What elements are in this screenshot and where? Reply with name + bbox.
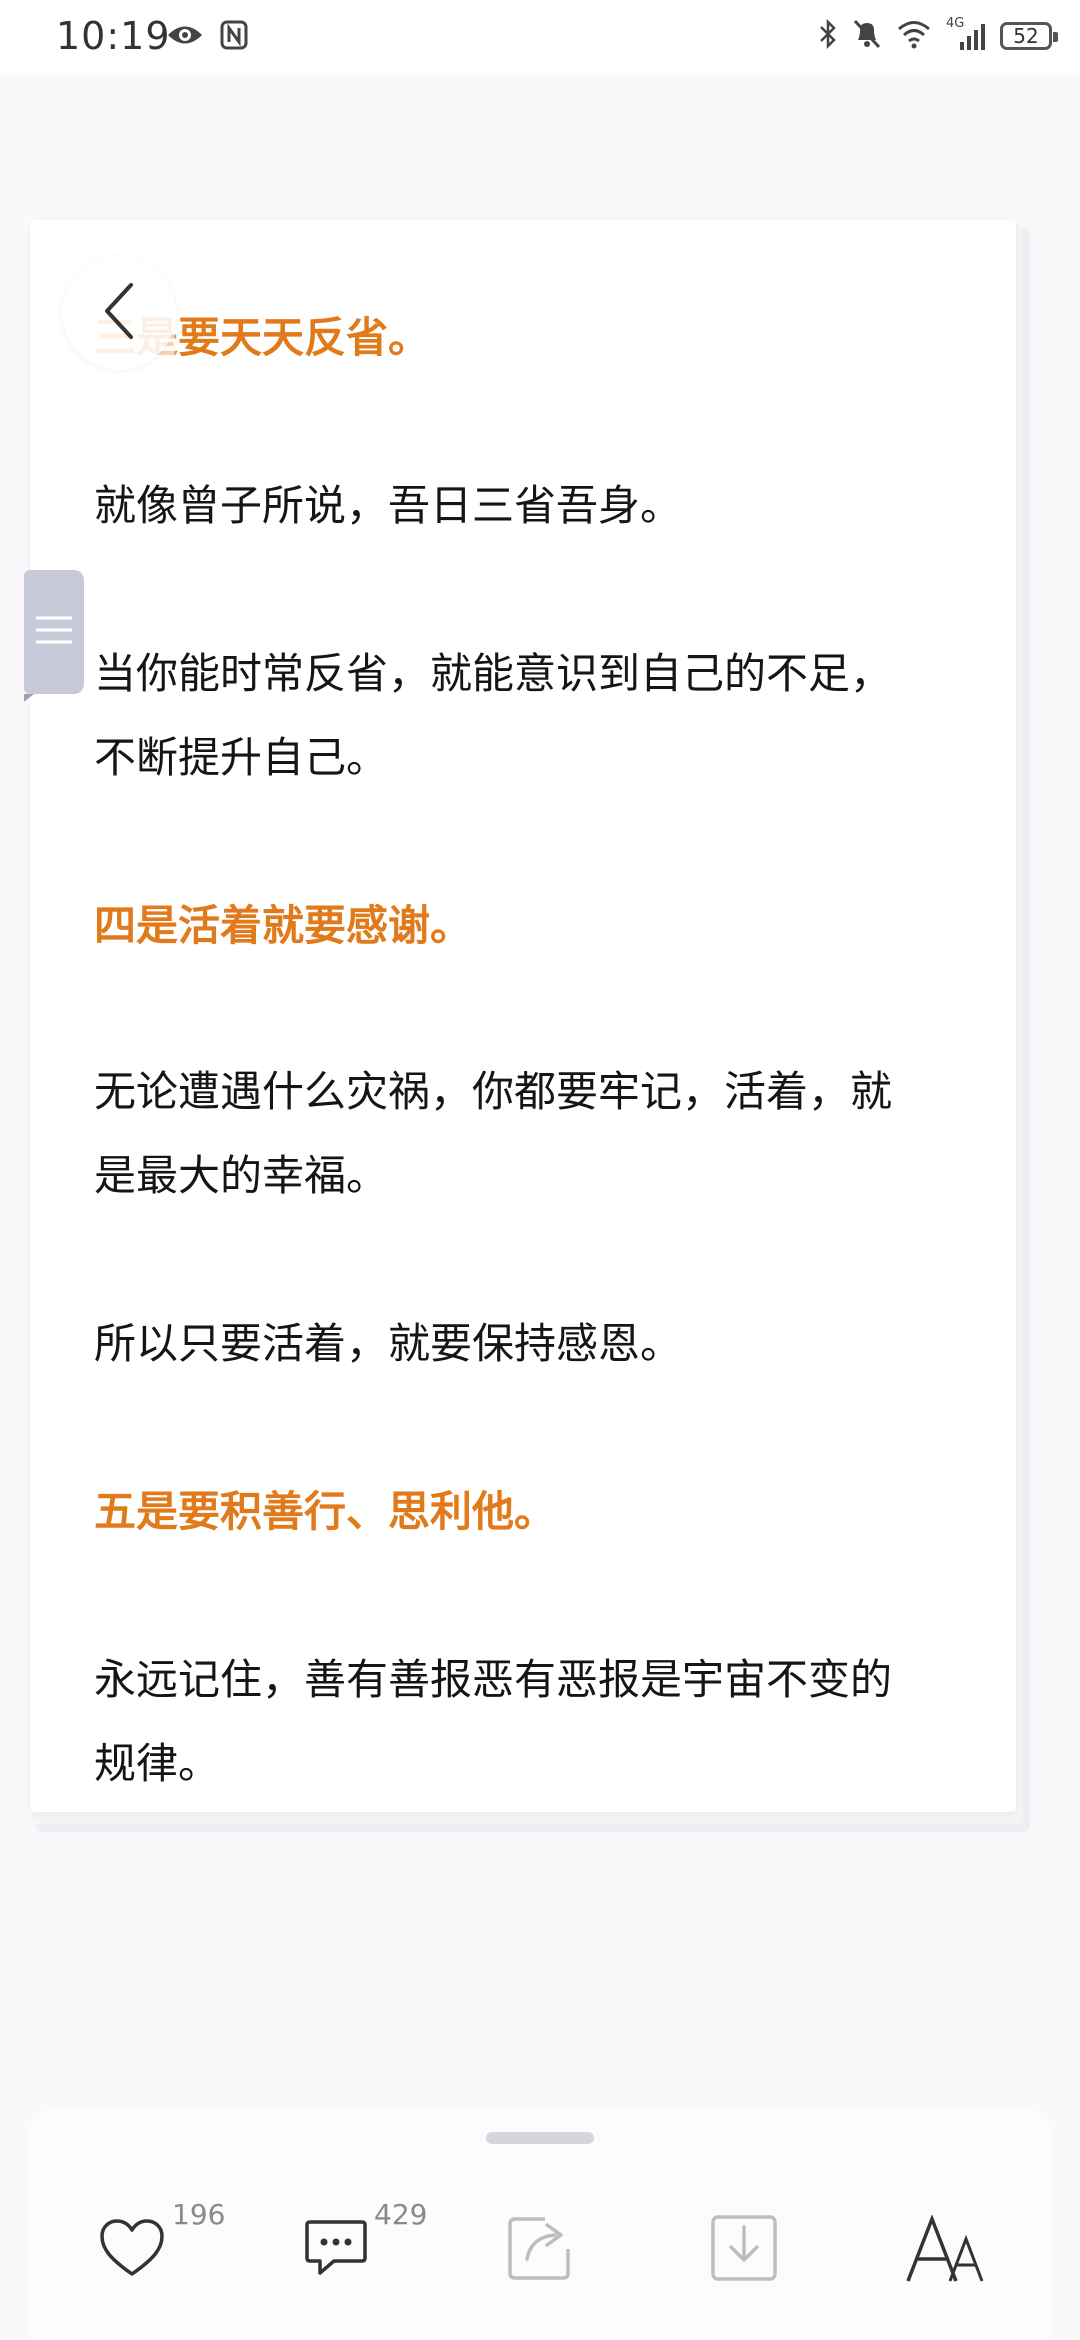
battery-level: 52 [1013,24,1039,48]
share-icon [505,2213,575,2287]
signal-icon: 4G [946,16,986,52]
eye-icon [166,20,204,54]
article-card [30,220,1016,1812]
battery-icon: 52 [1000,22,1058,50]
nfc-icon [220,20,248,54]
status-right-icons: 4G 52 [818,16,1058,54]
article-paragraph: 所以只要活着，就要保持感恩。 [94,1319,683,1368]
article-paragraph: 就像曾子所说，吾日三省吾身。 [94,481,683,530]
share-button[interactable] [500,2210,580,2290]
drag-handle[interactable] [486,2132,594,2144]
comment-button[interactable] [296,2210,376,2290]
article-paragraph: 当你能时常反省，就能意识到自己的不足， 不断提升自己。 [94,632,994,800]
download-icon [709,2213,779,2287]
comment-count: 429 [374,2198,428,2231]
article-paragraph: 无论遭遇什么灾祸，你都要牢记，活着，就 是最大的幸福。 [94,1050,994,1218]
catalog-menu-tab[interactable] [24,570,84,702]
font-size-button[interactable]: AA [904,2210,994,2290]
font-size-icon: AA [904,2214,994,2285]
paragraph-line: 规律。 [94,1739,221,1788]
download-button[interactable] [704,2210,784,2290]
like-count: 196 [172,2198,226,2231]
article-heading-5: 五是要积善行、思利他。 [94,1487,557,1536]
paragraph-line: 当你能时常反省，就能意识到自己的不足， [94,649,893,698]
paragraph-line: 是最大的幸福。 [94,1151,389,1200]
status-left-icons [166,20,248,54]
wifi-icon [896,19,932,53]
heart-icon [99,2218,165,2282]
bluetooth-icon [818,18,838,54]
article-heading-4: 四是活着就要感谢。 [94,901,473,950]
article-heading-3: 三是要天天反省。 [94,296,994,380]
chevron-left-icon [99,281,139,345]
like-button[interactable] [92,2210,172,2290]
article-paragraph: 永远记住，善有善报恶有恶报是宇宙不变的 规律。 [94,1638,994,1806]
status-bar: 10:19 4G 52 [0,0,1080,75]
back-button[interactable] [62,256,176,370]
status-time: 10:19 [56,14,171,58]
paragraph-line: 永远记住，善有善报恶有恶报是宇宙不变的 [94,1655,893,1704]
mute-icon [852,18,882,54]
paragraph-line: 不断提升自己。 [94,733,389,782]
menu-icon [34,610,74,654]
paragraph-line: 无论遭遇什么灾祸，你都要牢记，活着，就 [94,1067,893,1116]
comment-icon [304,2218,368,2282]
